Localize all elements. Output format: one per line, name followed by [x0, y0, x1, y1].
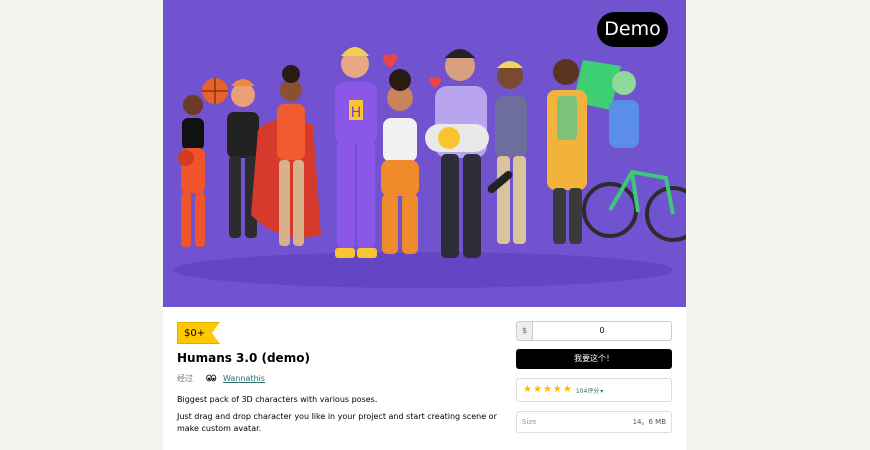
star-icon: ★	[542, 384, 552, 395]
rating-count: 104评分	[575, 387, 600, 395]
star-icon: ★	[532, 384, 542, 395]
description-line: Biggest pack of 3D characters with vario…	[177, 395, 378, 404]
product-description: Biggest pack of 3D characters with vario…	[177, 394, 497, 435]
demo-badge: Demo	[597, 12, 668, 47]
author-row: 经过 Wannathis	[177, 372, 497, 384]
product-details: $0+ Humans 3.0 (demo) 经过 Wannathis Bigge…	[163, 307, 686, 450]
author-avatar[interactable]	[205, 372, 217, 384]
size-label: Size	[522, 418, 537, 426]
chevron-down-icon: ▾	[600, 387, 604, 395]
purchase-panel: $ 0 我要这个！ ★ ★ ★ ★ ★ 104评分▾ Size 14。6 MB	[516, 321, 672, 433]
description-line: Just drag and drop character you like in…	[177, 412, 497, 433]
price-value[interactable]: 0	[533, 322, 671, 340]
eyes-icon	[206, 374, 217, 382]
currency-symbol: $	[517, 322, 533, 340]
buy-button[interactable]: 我要这个！	[516, 349, 672, 369]
price-input[interactable]: $ 0	[516, 321, 672, 341]
product-title: Humans 3.0 (demo)	[177, 351, 310, 365]
by-label: 经过	[177, 373, 193, 383]
svg-text:H: H	[351, 105, 362, 121]
product-info: $0+ Humans 3.0 (demo) 经过 Wannathis Bigge…	[177, 321, 497, 440]
author-link[interactable]: Wannathis	[223, 374, 265, 383]
star-icon: ★	[552, 384, 562, 395]
cover-image: H Demo	[163, 0, 686, 307]
size-value: 14。6 MB	[632, 418, 666, 426]
characters-illustration: H	[173, 47, 686, 288]
price-tag: $0+	[177, 322, 221, 344]
rating-stars: ★ ★ ★ ★ ★	[523, 385, 572, 395]
product-card: H Demo $0+ Humans 3.0 (demo) 经过 Wannathi…	[163, 0, 686, 450]
star-icon: ★	[562, 384, 572, 395]
rating-box[interactable]: ★ ★ ★ ★ ★ 104评分▾	[516, 378, 672, 402]
size-box: Size 14。6 MB	[516, 411, 672, 433]
star-icon: ★	[523, 384, 532, 395]
rating-count-link[interactable]: 104评分▾	[576, 386, 603, 395]
